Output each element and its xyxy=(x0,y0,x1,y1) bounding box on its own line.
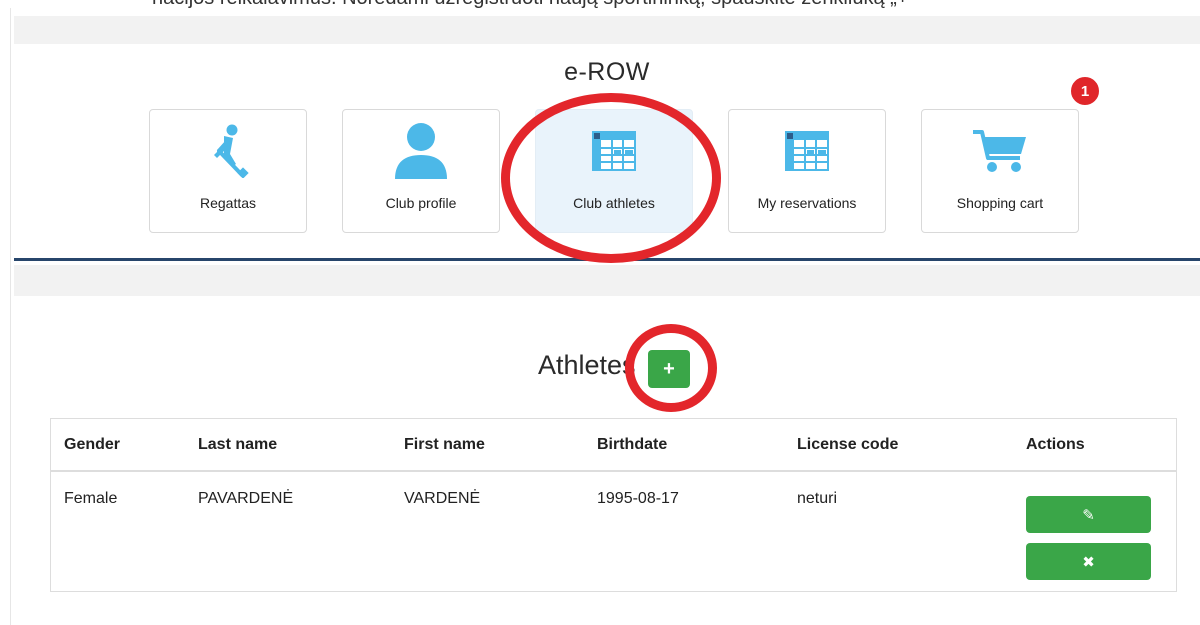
left-border xyxy=(10,8,11,625)
athletes-table: Gender Last name First name Birthdate Li… xyxy=(50,418,1177,592)
nav-tile-regattas[interactable]: Regattas xyxy=(149,109,307,233)
section-gray-band xyxy=(14,265,1200,296)
pencil-icon: ✎ xyxy=(1082,506,1095,524)
column-header-gender[interactable]: Gender xyxy=(51,419,198,472)
nav-tile-label: Regattas xyxy=(199,195,257,211)
column-header-last-name[interactable]: Last name xyxy=(198,419,404,472)
cell-gender: Female xyxy=(64,490,118,507)
rower-icon xyxy=(150,118,306,184)
page: nacijos reikalavimus. Norėdami užregistr… xyxy=(0,0,1200,625)
delete-athlete-button[interactable]: ✖ xyxy=(1026,543,1151,580)
cart-count-badge: 1 xyxy=(1069,75,1101,107)
nav-tile-label: Club athletes xyxy=(573,195,655,211)
table-icon xyxy=(729,118,885,184)
app-header: e-ROW Regattas Club profile Club athlete… xyxy=(14,44,1200,258)
table-icon xyxy=(536,118,692,184)
cell-actions: ✎ ✖ xyxy=(1026,471,1176,591)
clipped-instructions-text: nacijos reikalavimus. Norėdami užregistr… xyxy=(152,0,915,8)
cell-birthdate: 1995-08-17 xyxy=(597,490,679,507)
cell-first-name: VARDENĖ xyxy=(404,490,481,507)
nav-tile-label: Club profile xyxy=(385,195,457,211)
plus-icon: + xyxy=(663,357,675,380)
table-header-row: Gender Last name First name Birthdate Li… xyxy=(51,419,1176,472)
edit-athlete-button[interactable]: ✎ xyxy=(1026,496,1151,533)
nav-tile-my-reservations[interactable]: My reservations xyxy=(728,109,886,233)
nav-tile-shopping-cart[interactable]: Shopping cart xyxy=(921,109,1079,233)
table-row: Female PAVARDENĖ VARDENĖ 1995-08-17 netu… xyxy=(51,471,1176,591)
nav-tile-label: Shopping cart xyxy=(956,195,1044,211)
nav-tile-club-athletes[interactable]: Club athletes xyxy=(535,109,693,233)
user-icon xyxy=(343,118,499,184)
top-gray-band xyxy=(14,16,1200,44)
column-header-license-code[interactable]: License code xyxy=(797,419,1026,472)
add-athlete-button[interactable]: + xyxy=(648,350,690,388)
nav-tile-label: My reservations xyxy=(757,195,857,211)
app-title: e-ROW xyxy=(564,58,650,86)
clipped-instructions: nacijos reikalavimus. Norėdami užregistr… xyxy=(0,0,1200,8)
header-divider xyxy=(14,258,1200,261)
athletes-heading: Athletes xyxy=(538,350,636,380)
cell-last-name: PAVARDENĖ xyxy=(198,490,294,507)
column-header-first-name[interactable]: First name xyxy=(404,419,597,472)
column-header-actions: Actions xyxy=(1026,419,1176,472)
close-icon: ✖ xyxy=(1082,553,1095,571)
column-header-birthdate[interactable]: Birthdate xyxy=(597,419,797,472)
cart-icon xyxy=(922,118,1078,184)
nav-tile-club-profile[interactable]: Club profile xyxy=(342,109,500,233)
cell-license-code: neturi xyxy=(797,490,838,507)
